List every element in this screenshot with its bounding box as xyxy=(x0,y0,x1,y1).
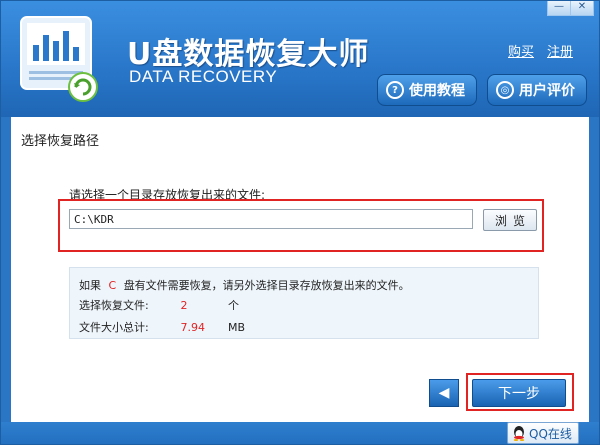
app-subtitle: DATA RECOVERY xyxy=(129,67,278,86)
files-count-value: 2 xyxy=(180,299,188,312)
main-content: 选择恢复路径 请选择一个目录存放恢复出来的文件: 浏览 如果 C 盘有文件需要恢… xyxy=(11,117,589,422)
qq-online-label: QQ在线 xyxy=(529,426,572,441)
register-link[interactable]: 注册 xyxy=(547,41,573,60)
chat-icon: ◎ xyxy=(496,81,514,99)
files-count-row: 选择恢复文件: 2 个 xyxy=(79,297,239,313)
app-logo-icon xyxy=(20,16,98,102)
close-button[interactable]: ✕ xyxy=(570,1,594,16)
question-icon: ? xyxy=(386,81,404,99)
drive-letter: C xyxy=(108,279,117,292)
files-count-unit: 个 xyxy=(228,299,239,312)
size-total-value: 7.94 xyxy=(180,321,206,334)
info-warning-prefix: 如果 xyxy=(79,279,101,292)
info-warning-line: 如果 C 盘有文件需要恢复，请另外选择目录存放恢复出来的文件。 xyxy=(79,277,410,293)
size-total-label: 文件大小总计: xyxy=(79,321,149,334)
back-button[interactable]: ◀ xyxy=(429,379,459,407)
files-count-label: 选择恢复文件: xyxy=(79,299,149,312)
app-window: U盘数据恢复大师 DATA RECOVERY — ✕ 购买 注册 ? 使用教程 … xyxy=(0,0,600,445)
tutorial-button-label: 使用教程 xyxy=(409,83,465,99)
header: U盘数据恢复大师 DATA RECOVERY — ✕ 购买 注册 ? 使用教程 … xyxy=(1,1,599,117)
review-button-label: 用户评价 xyxy=(519,83,575,99)
qq-penguin-icon xyxy=(513,426,525,441)
next-button[interactable]: 下一步 xyxy=(472,379,566,407)
browse-button[interactable]: 浏览 xyxy=(483,209,537,231)
review-button[interactable]: ◎ 用户评价 xyxy=(487,74,587,106)
info-warning-suffix: 盘有文件需要恢复，请另外选择目录存放恢复出来的文件。 xyxy=(123,279,410,292)
path-input[interactable] xyxy=(69,209,473,229)
size-total-row: 文件大小总计: 7.94 MB xyxy=(79,319,245,335)
tutorial-button[interactable]: ? 使用教程 xyxy=(377,74,477,106)
buy-link[interactable]: 购买 xyxy=(508,41,534,60)
size-total-unit: MB xyxy=(228,321,246,334)
info-panel: 如果 C 盘有文件需要恢复，请另外选择目录存放恢复出来的文件。 选择恢复文件: … xyxy=(69,267,539,339)
minimize-button[interactable]: — xyxy=(547,1,571,16)
qq-online-button[interactable]: QQ在线 xyxy=(507,422,579,444)
section-title: 选择恢复路径 xyxy=(21,134,100,149)
